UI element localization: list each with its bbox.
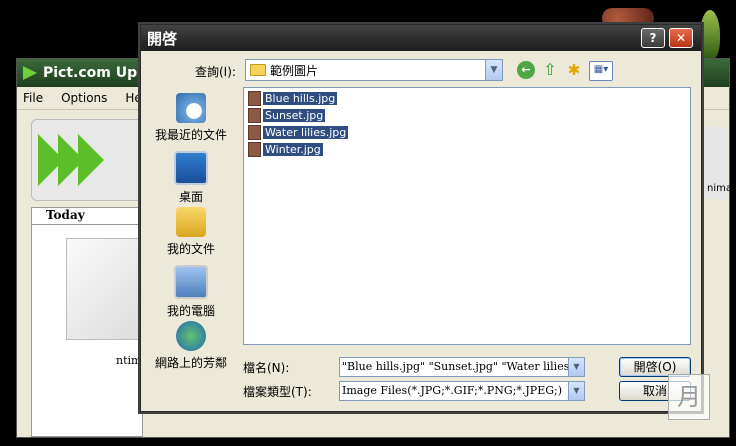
list-item[interactable]: Water lilies.jpg: [248, 124, 349, 140]
recent-documents-icon: [176, 93, 206, 123]
filetype-select[interactable]: Image Files(*.JPG;*.GIF;*.PNG;*.JPEG;) ▼: [339, 381, 585, 401]
places-bar: 我最近的文件 桌面 我的文件 我的電腦 網路上的芳鄰: [149, 87, 233, 377]
filename-field[interactable]: "Blue hills.jpg" "Sunset.jpg" "Water lil…: [339, 357, 585, 377]
my-documents-icon: [176, 207, 206, 237]
place-recent[interactable]: 我最近的文件: [149, 93, 233, 143]
app-banner: [31, 119, 143, 201]
chevron-down-icon[interactable]: ▼: [485, 60, 502, 80]
list-item[interactable]: Sunset.jpg: [248, 107, 326, 123]
look-in-combobox[interactable]: 範例圖片 ▼: [245, 59, 503, 81]
network-places-icon: [176, 321, 206, 351]
look-in-value: 範例圖片: [270, 63, 319, 78]
up-folder-icon[interactable]: ⇧: [541, 61, 559, 79]
look-in-label: 查詢(I):: [195, 65, 236, 79]
help-button[interactable]: ?: [641, 28, 665, 48]
dialog-titlebar[interactable]: 開啓 ? ✕: [141, 25, 701, 51]
folder-icon: [250, 64, 266, 76]
place-label: 我的電腦: [166, 304, 215, 318]
file-name: Blue hills.jpg: [263, 91, 338, 105]
place-network[interactable]: 網路上的芳鄰: [149, 321, 233, 371]
place-desktop[interactable]: 桌面: [149, 151, 233, 205]
dialog-title: 開啓: [147, 29, 178, 48]
my-computer-icon: [174, 265, 208, 299]
thumbnail-caption: ntim: [116, 354, 142, 367]
back-icon[interactable]: ←: [517, 61, 535, 79]
filetype-value: Image Files(*.JPG;*.GIF;*.PNG;*.JPEG;): [342, 384, 563, 397]
image-file-icon: [248, 90, 261, 106]
view-menu-icon[interactable]: ▦▾: [589, 61, 613, 81]
place-my-documents[interactable]: 我的文件: [149, 207, 233, 257]
image-thumbnail[interactable]: [66, 238, 140, 340]
filetype-label: 檔案類型(T):: [243, 385, 312, 399]
desktop-icon: [174, 151, 208, 185]
close-button[interactable]: ✕: [669, 28, 693, 48]
corner-watermark-icon: 月: [668, 374, 710, 420]
open-file-dialog: 開啓 ? ✕ 查詢(I): 範例圖片 ▼ ← ⇧ ✱ ▦▾ 我最近的文件 桌面 …: [140, 24, 702, 412]
place-label: 我最近的文件: [154, 128, 227, 142]
file-name: Sunset.jpg: [263, 108, 326, 122]
place-label: 我的文件: [166, 242, 215, 256]
place-label: 網路上的芳鄰: [154, 356, 227, 370]
file-list[interactable]: Blue hills.jpg Sunset.jpg Water lilies.j…: [243, 87, 691, 345]
place-my-computer[interactable]: 我的電腦: [149, 265, 233, 319]
image-file-icon: [248, 107, 261, 123]
today-header: Today: [32, 208, 142, 225]
menu-file[interactable]: File: [23, 91, 43, 105]
file-name: Water lilies.jpg: [263, 125, 349, 139]
chevron-down-icon[interactable]: ▼: [568, 382, 584, 400]
new-folder-icon[interactable]: ✱: [565, 61, 583, 79]
image-file-icon: [248, 124, 261, 140]
app-logo-icon: [23, 66, 37, 80]
file-name: Winter.jpg: [263, 142, 323, 156]
list-item[interactable]: Winter.jpg: [248, 141, 323, 157]
chevron-down-icon[interactable]: ▼: [568, 358, 584, 376]
filename-value: "Blue hills.jpg" "Sunset.jpg" "Water lil…: [342, 360, 585, 373]
place-label: 桌面: [178, 190, 203, 204]
filename-label: 檔名(N):: [243, 361, 290, 375]
banner-arrow-icon: [78, 134, 104, 186]
today-pane: Today ntim: [31, 207, 143, 437]
wallpaper-leaf: [700, 10, 720, 60]
list-item[interactable]: Blue hills.jpg: [248, 90, 338, 106]
right-text: nimag: [707, 183, 736, 194]
image-file-icon: [248, 141, 261, 157]
menu-options[interactable]: Options: [61, 91, 107, 105]
